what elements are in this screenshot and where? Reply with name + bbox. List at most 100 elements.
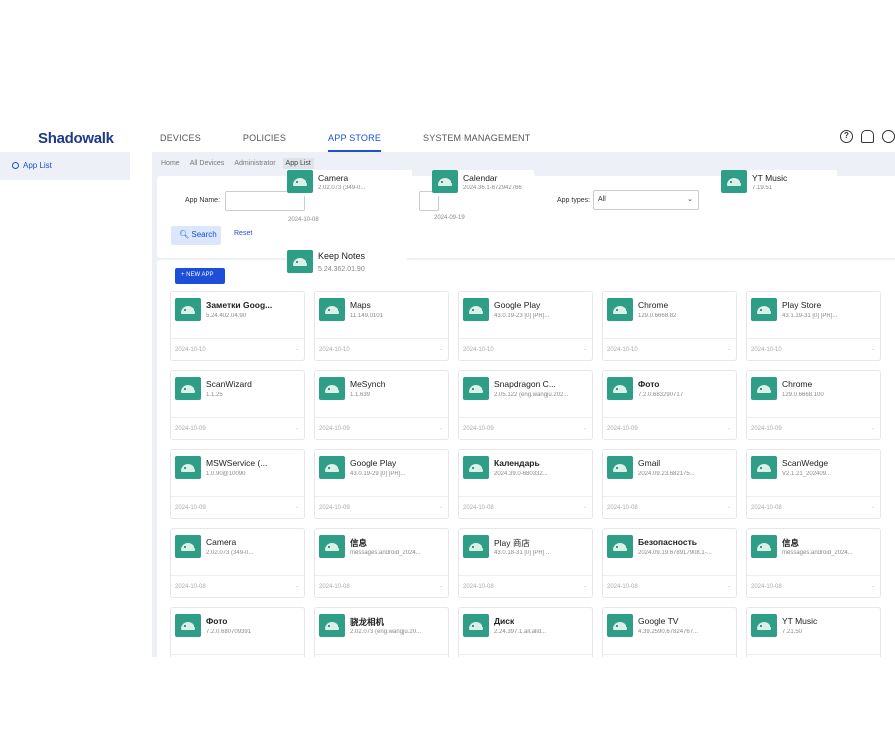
android-icon: [463, 456, 489, 479]
app-version: 2.24.397.1.all.alld...: [494, 629, 547, 635]
app-card[interactable]: Google Play 43.0.19-23 [0] [PR]... 2024-10…: [458, 291, 593, 361]
app-name: Camera: [206, 537, 237, 547]
app-name: Google Play: [350, 458, 397, 468]
app-more[interactable]: -: [872, 426, 874, 432]
android-icon: [751, 377, 777, 400]
app-card[interactable]: Календарь 2024.39.0-680332... 2024-10-08 -: [458, 449, 593, 519]
app-card[interactable]: MeSynch 1.1.639 2024-10-09 -: [314, 370, 449, 440]
app-card[interactable]: Camera 2.02.073 (349-0... 2024-10-08 -: [170, 528, 305, 598]
search-button[interactable]: 🔍︎ Search: [171, 226, 221, 245]
bell-icon[interactable]: [861, 130, 874, 143]
sidebar-item-app-list[interactable]: App List: [0, 152, 130, 180]
overlay-card-keep-notes[interactable]: Keep Notes 5.24.362.01.90: [287, 248, 407, 278]
app-card[interactable]: ScanWedge V2.1.21_202409... 2024-10-08 -: [746, 449, 881, 519]
app-types-select[interactable]: All ⌄: [593, 190, 699, 210]
new-app-button[interactable]: + NEW APP: [175, 268, 225, 284]
app-date: 2024-10-08: [463, 584, 494, 590]
app-more[interactable]: -: [728, 426, 730, 432]
app-card[interactable]: YT Music7.21.50-: [746, 607, 881, 657]
app-more[interactable]: -: [584, 584, 586, 590]
app-card[interactable]: Chrome 129.0.6668.100 2024-10-09 -: [746, 370, 881, 440]
app-more[interactable]: -: [728, 505, 730, 511]
app-date: 2024-10-09: [319, 426, 350, 432]
app-card[interactable]: Play 商店 43.0.18-31 [0] [PR] ... 2024-10-08…: [458, 528, 593, 598]
app-card[interactable]: Play Store 43.1.19-31 [0] [PR]... 2024-10-…: [746, 291, 881, 361]
app-card[interactable]: Gmail 2024.09.23.682175... 2024-10-08 -: [602, 449, 737, 519]
app-more[interactable]: -: [296, 505, 298, 511]
app-card[interactable]: 骁龙相机2.02.073 (eng.wangju.20...-: [314, 607, 449, 657]
app-name: Фото: [206, 616, 228, 626]
app-more[interactable]: -: [584, 426, 586, 432]
app-more[interactable]: -: [440, 347, 442, 353]
app-more[interactable]: -: [728, 584, 730, 590]
app-more[interactable]: -: [584, 505, 586, 511]
android-icon: [319, 377, 345, 400]
breadcrumb-home[interactable]: Home: [158, 158, 183, 169]
app-card[interactable]: Google TV4.39.2590.67824767...-: [602, 607, 737, 657]
app-card[interactable]: 信息 messages.android_2024... 2024-10-08 -: [314, 528, 449, 598]
app-more[interactable]: -: [872, 505, 874, 511]
app-card[interactable]: MSWService (... 1.0.90@10090 2024-10-09 -: [170, 449, 305, 519]
app-more[interactable]: -: [728, 347, 730, 353]
app-more[interactable]: -: [872, 347, 874, 353]
app-card[interactable]: Фото7.2.0.680709391-: [170, 607, 305, 657]
breadcrumb-app-list[interactable]: App List: [282, 157, 314, 169]
app-name: Календарь: [494, 458, 540, 468]
app-version: 43.1.19-31 [0] [PR]...: [782, 313, 838, 319]
app-card[interactable]: Фото 7.2.0.683290717 2024-10-09 -: [602, 370, 737, 440]
help-icon[interactable]: ?: [840, 130, 853, 143]
nav-devices[interactable]: DEVICES: [160, 124, 201, 152]
reset-button[interactable]: Reset: [234, 230, 252, 237]
app-card[interactable]: Заметки Goog... 5.24.402.04.90 2024-10-10 -: [170, 291, 305, 361]
nav-app-store[interactable]: APP STORE: [328, 124, 382, 152]
app-version: 1.1.639: [350, 392, 371, 398]
app-version: messages.android_2024...: [782, 550, 853, 556]
nav-system-management[interactable]: SYSTEM MANAGEMENT: [423, 124, 530, 152]
app-date: 2024-10-08: [463, 505, 494, 511]
app-name: MSWService (...: [206, 458, 268, 468]
card-divider: [747, 496, 880, 497]
app-card[interactable]: 信息 messages.android_2024... 2024-10-08 -: [746, 528, 881, 598]
breadcrumb-administrator[interactable]: Administrator: [231, 158, 278, 169]
app-card[interactable]: Безопасность 2024.09.19.678917908.1-... 20…: [602, 528, 737, 598]
app-name: 信息: [782, 538, 800, 548]
android-icon: [319, 298, 345, 321]
app-card[interactable]: ScanWizard 1.1.25 2024-10-09 -: [170, 370, 305, 440]
app-card[interactable]: Chrome 129.0.6668.82 2024-10-10 -: [602, 291, 737, 361]
android-icon: [721, 170, 747, 193]
breadcrumb-all-devices[interactable]: All Devices: [187, 158, 228, 169]
app-version: 1.0.90@10090: [206, 471, 246, 477]
android-icon: [463, 298, 489, 321]
sidebar: App List: [0, 152, 130, 745]
app-card[interactable]: Snapdragon C... 2.05.122 (eng.wangju.202.…: [458, 370, 593, 440]
app-more[interactable]: -: [584, 347, 586, 353]
app-more[interactable]: -: [440, 584, 442, 590]
app-name: Диск: [494, 616, 515, 626]
android-icon: [175, 456, 201, 479]
android-icon: [751, 535, 777, 558]
android-icon: [287, 170, 313, 193]
app-card[interactable]: Диск2.24.397.1.all.alld...-: [458, 607, 593, 657]
app-date: 2024-10-10: [175, 347, 206, 353]
android-icon: [175, 298, 201, 321]
search-icon: 🔍︎: [179, 230, 190, 239]
android-icon: [607, 614, 633, 637]
app-card[interactable]: Google Play 43.0.19-29 [0] [PR]... 2024-10…: [314, 449, 449, 519]
app-more[interactable]: -: [296, 426, 298, 432]
user-icon[interactable]: [882, 130, 895, 143]
app-date: 2024-10-09: [607, 426, 638, 432]
nav-policies[interactable]: POLICIES: [243, 124, 286, 152]
android-icon: [175, 535, 201, 558]
app-more[interactable]: -: [296, 347, 298, 353]
app-more[interactable]: -: [440, 505, 442, 511]
overlay-card-yt-music[interactable]: YT Music 7.19.51: [721, 170, 837, 196]
overlay-card-calendar[interactable]: Calendar 2024.36.1-672942766: [432, 170, 534, 196]
app-date: 2024-10-08: [175, 584, 206, 590]
card-divider: [603, 654, 736, 655]
app-more[interactable]: -: [440, 426, 442, 432]
app-card[interactable]: Maps 11.149.0101 2024-10-10 -: [314, 291, 449, 361]
overlay-card-camera[interactable]: Camera 2.02.073 (349-0...: [287, 170, 412, 196]
app-more[interactable]: -: [872, 584, 874, 590]
logo[interactable]: Shadowalk: [38, 130, 114, 147]
app-more[interactable]: -: [296, 584, 298, 590]
